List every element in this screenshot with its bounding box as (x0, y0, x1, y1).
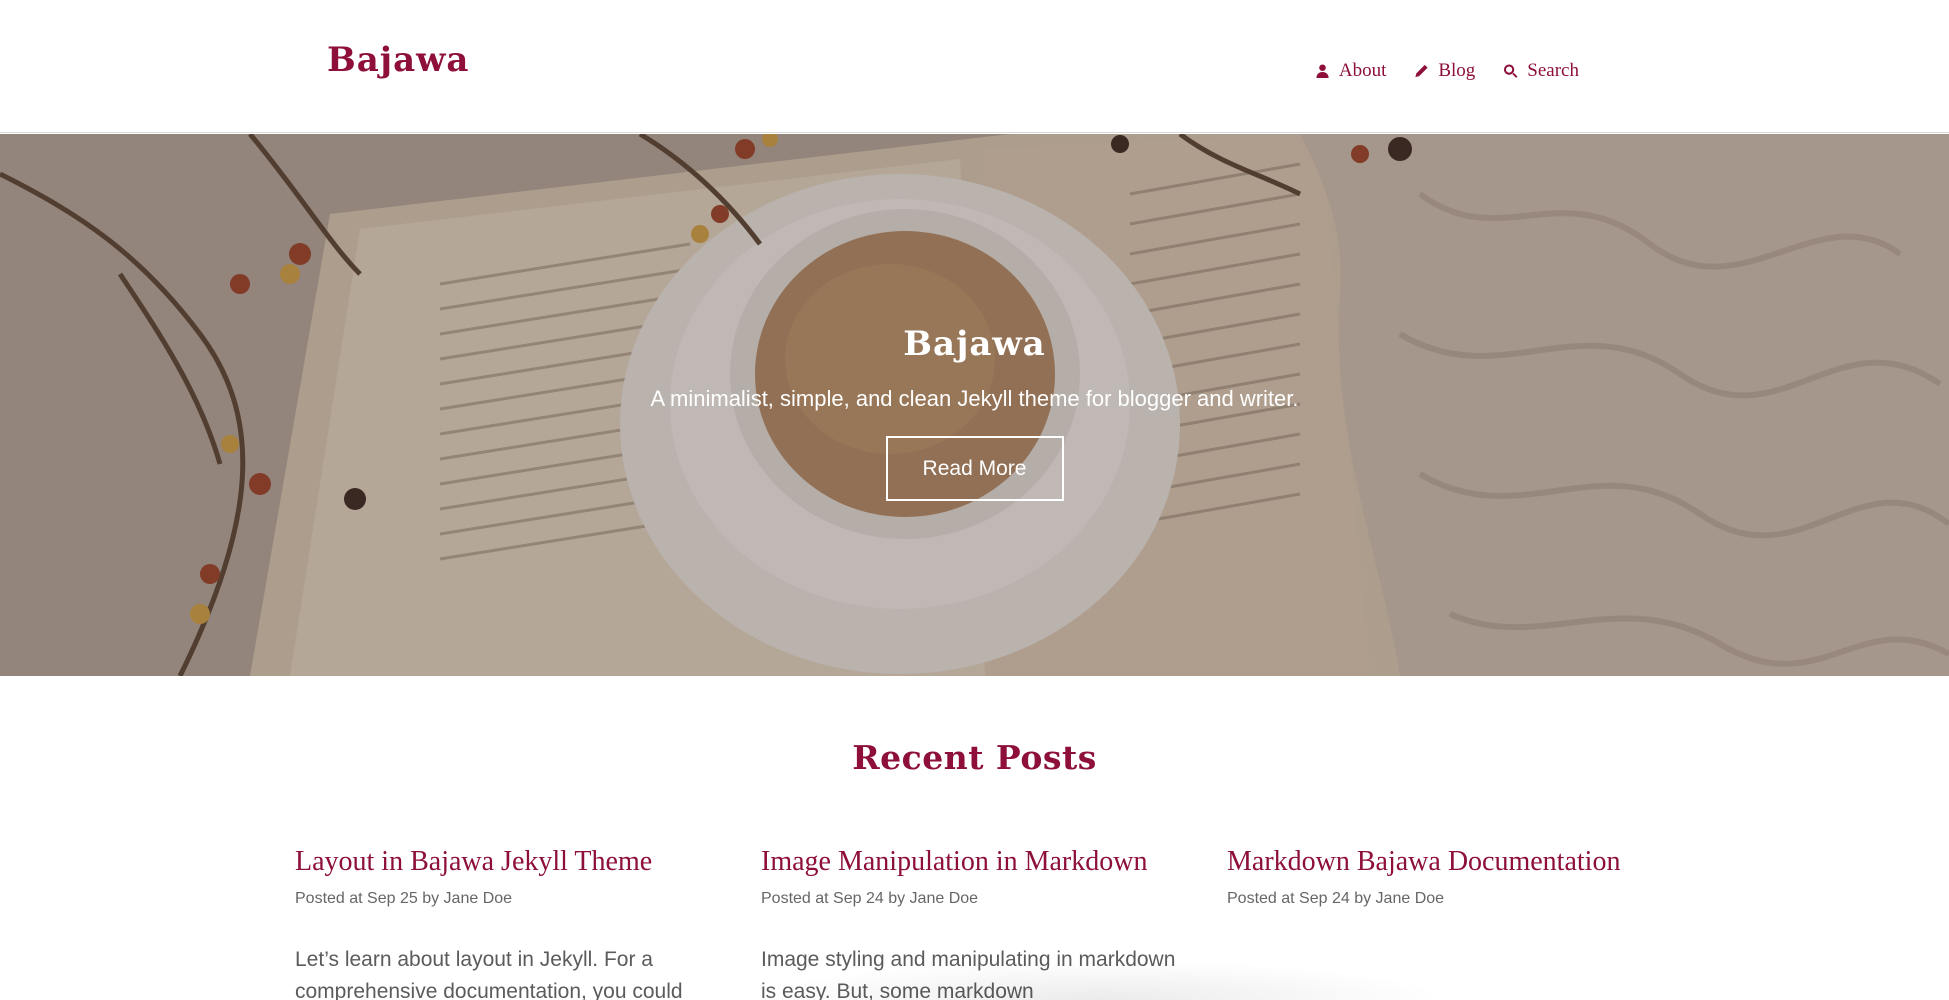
post-meta: Posted at Sep 24 by Jane Doe (761, 890, 979, 907)
search-icon (1504, 64, 1518, 78)
recent-posts-heading: Recent Posts (852, 738, 1097, 777)
post-card: Image Manipulation in Markdown Posted at… (761, 846, 1227, 1000)
hero-banner: Bajawa A minimalist, simple, and clean J… (0, 134, 1949, 676)
user-icon (1316, 64, 1329, 79)
site-header: Bajawa About Blog Search (0, 0, 1949, 133)
pencil-icon (1415, 64, 1428, 78)
nav-item-search[interactable]: Search (1503, 60, 1579, 82)
post-meta: Posted at Sep 24 by Jane Doe (1227, 890, 1445, 907)
main-nav: About Blog Search (1315, 60, 1579, 82)
post-excerpt: Image styling and manipulating in markdo… (761, 948, 1176, 1000)
nav-item-blog[interactable]: Blog (1414, 60, 1475, 82)
post-title-link[interactable]: Image Manipulation in Markdown (761, 846, 1227, 878)
site-logo[interactable]: Bajawa (327, 40, 469, 80)
post-excerpt: Let’s learn about layout in Jekyll. For … (295, 948, 683, 1000)
post-list: Layout in Bajawa Jekyll Theme Posted at … (295, 846, 1693, 1000)
post-title-link[interactable]: Markdown Bajawa Documentation (1227, 846, 1693, 878)
read-more-button[interactable]: Read More (885, 436, 1064, 501)
nav-label-about: About (1338, 60, 1387, 81)
hero-subtitle: A minimalist, simple, and clean Jekyll t… (650, 386, 1299, 411)
nav-item-about[interactable]: About (1315, 60, 1387, 82)
nav-label-blog: Blog (1438, 60, 1476, 81)
post-title-link[interactable]: Layout in Bajawa Jekyll Theme (295, 846, 761, 878)
nav-label-search: Search (1527, 60, 1579, 81)
hero-content: Bajawa A minimalist, simple, and clean J… (0, 324, 1949, 501)
post-card: Layout in Bajawa Jekyll Theme Posted at … (295, 846, 761, 1000)
post-meta: Posted at Sep 25 by Jane Doe (295, 890, 513, 907)
post-card: Markdown Bajawa Documentation Posted at … (1227, 846, 1693, 1000)
hero-title: Bajawa (903, 324, 1046, 364)
